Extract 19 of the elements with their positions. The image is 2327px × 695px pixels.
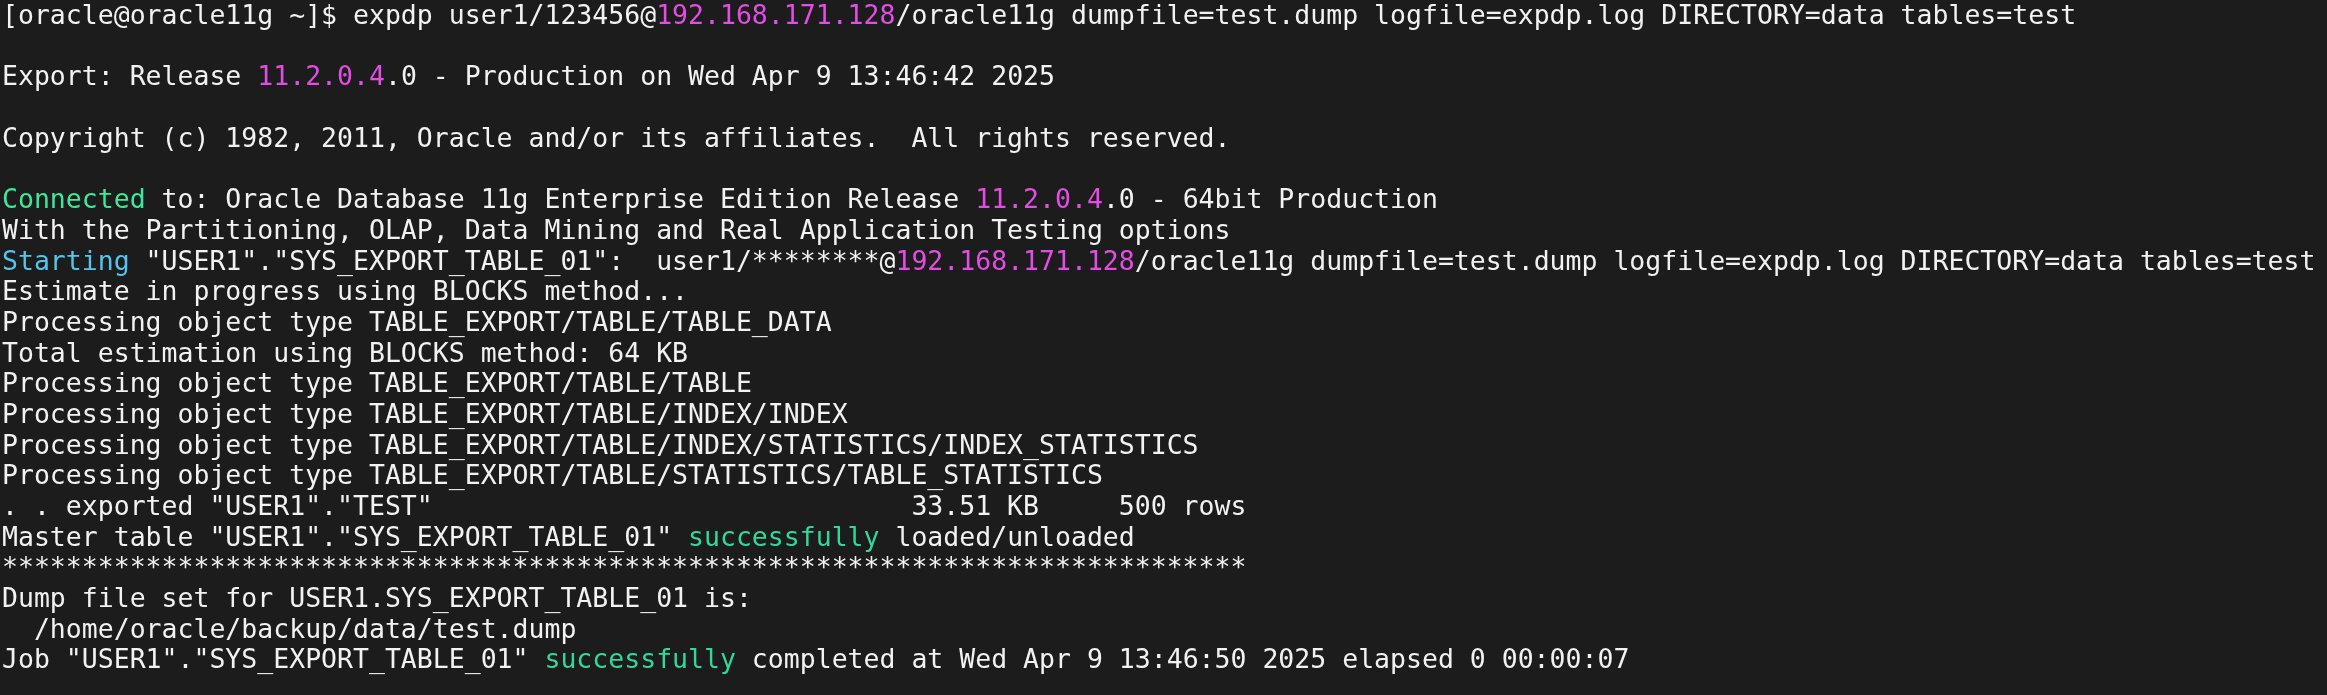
terminal-line: Copyright (c) 1982, 2011, Oracle and/or its affiliates. All rights reserved. (2, 122, 1231, 154)
terminal-line: Processing object type TABLE_EXPORT/TABLE/TABLE (2, 368, 752, 399)
terminal-line: /home/oracle/backup/data/test.dump (33, 613, 577, 645)
terminal-line: With the Partitioning, OLAP, Data Mining and Real Application Testing options (2, 214, 1231, 246)
terminal-line: Estimate in progress using BLOCKS method... (2, 276, 689, 307)
terminal-line: Export: Release 11.2.0.4.0 - Production on Wed Apr 9 13:46:42 2025 (2, 61, 1055, 93)
terminal-line: ****************************************************************************** (2, 552, 1247, 584)
terminal-line: Processing object type TABLE_EXPORT/TABLE/INDEX/INDEX (2, 398, 848, 430)
terminal-line: Processing object type TABLE_EXPORT/TABLE/TABLE_DATA (2, 306, 832, 338)
terminal-line: [oracle@oracle11g ~]$ expdp user1/123456@192.168.171.128/oracle11g dumpfile=test.dump logfile=expdp.log DIRECTORY=data tables=test (2, 0, 2077, 31)
terminal-line: Processing object type TABLE_EXPORT/TABLE/INDEX/STATISTICS/INDEX_STATISTICS (2, 429, 1199, 461)
terminal-line: Total estimation using BLOCKS method: 64 KB (2, 337, 689, 369)
terminal-line: Dump file set for USER1.SYS_EXPORT_TABLE_01 is: (2, 583, 752, 614)
terminal-line: Connected to: Oracle Database 11g Enterprise Edition Release 11.2.0.4.0 - 64bit Production (2, 184, 1438, 215)
terminal-line: . . exported "USER1"."TEST" 33.51 KB 500 rows (2, 491, 1247, 522)
terminal-line: Job "USER1"."SYS_EXPORT_TABLE_01" successfully completed at Wed Apr 9 13:46:50 2025 elapsed 0 00:00:07 (2, 644, 1630, 676)
terminal-line: Processing object type TABLE_EXPORT/TABLE/STATISTICS/TABLE_STATISTICS (2, 460, 1103, 491)
terminal-line: Master table "USER1"."SYS_EXPORT_TABLE_01" successfully loaded/unloaded (2, 521, 1135, 553)
terminal-line: Starting "USER1"."SYS_EXPORT_TABLE_01": user1/********@192.168.171.128/oracle11g dumpfile=test.dump logfile=expdp.log DIRECTORY=data tables=test (2, 245, 2316, 277)
